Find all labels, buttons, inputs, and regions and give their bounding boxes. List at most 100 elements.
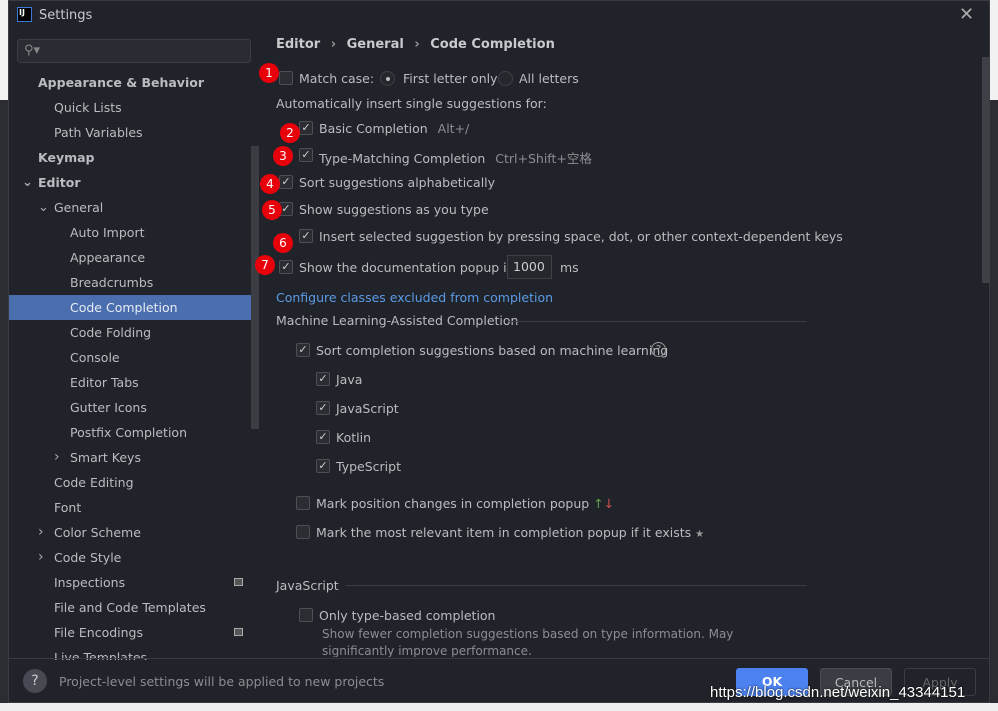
annotation-badge: 7 xyxy=(255,255,275,275)
footer-note: Project-level settings will be applied t… xyxy=(59,674,385,689)
radio-first-letter[interactable] xyxy=(380,71,395,86)
sidebar-item[interactable]: File and Code Templates xyxy=(9,595,259,620)
sidebar-item[interactable]: Breadcrumbs xyxy=(9,270,259,295)
sidebar-item[interactable]: File Encodings xyxy=(9,620,259,645)
background-window xyxy=(0,0,8,100)
sidebar-item-label: Inspections xyxy=(54,575,126,590)
sidebar-item-label: Code Completion xyxy=(70,300,178,315)
only-type-based-label: Only type-based completion xyxy=(319,608,496,623)
sidebar-item-label: Path Variables xyxy=(54,125,143,140)
doc-popup-delay-input[interactable]: 1000 xyxy=(507,255,552,279)
radio-label: All letters xyxy=(519,71,579,86)
sidebar-item-label: Auto Import xyxy=(70,225,145,240)
sidebar-item[interactable]: Postfix Completion xyxy=(9,420,259,445)
basic-completion-checkbox[interactable]: ✓ xyxy=(299,121,313,135)
content-scrollbar[interactable] xyxy=(982,57,990,283)
search-icon: ⚲▾ xyxy=(24,43,41,58)
doc-popup-checkbox[interactable]: ✓ xyxy=(279,260,293,274)
sidebar-item-label: Editor Tabs xyxy=(70,375,139,390)
chevron-down-icon[interactable]: ⌄ xyxy=(22,170,33,195)
sidebar-item[interactable]: Appearance xyxy=(9,245,259,270)
sidebar-item[interactable]: Quick Lists xyxy=(9,95,259,120)
sidebar-item[interactable]: › Color Scheme xyxy=(9,520,259,545)
chevron-down-icon[interactable]: ⌄ xyxy=(38,195,49,220)
insert-selected-label: Insert selected suggestion by pressing s… xyxy=(319,229,843,244)
ml-typescript-checkbox[interactable]: ✓ xyxy=(316,459,330,473)
type-matching-label: Type-Matching Completion xyxy=(319,151,486,166)
sort-alpha-checkbox[interactable]: ✓ xyxy=(279,175,293,189)
sidebar-item[interactable]: ⌄ Editor xyxy=(9,170,259,195)
breadcrumb-item: Editor xyxy=(276,37,321,52)
mark-position-label: Mark position changes in completion popu… xyxy=(316,496,590,511)
close-icon[interactable]: ✕ xyxy=(959,4,974,25)
sidebar-item[interactable]: Code Folding xyxy=(9,320,259,345)
js-section-title: JavaScript xyxy=(276,578,339,593)
description-text: Show fewer completion suggestions based … xyxy=(322,627,734,641)
ml-lang-label: TypeScript xyxy=(336,459,401,474)
arrows-up-down-icon: ↑↓ xyxy=(593,496,615,511)
sidebar-item-label: Code Folding xyxy=(70,325,152,340)
annotation-badge: 3 xyxy=(273,146,293,166)
ml-sort-checkbox[interactable]: ✓ xyxy=(296,343,310,357)
sidebar-item[interactable]: Path Variables xyxy=(9,120,259,145)
sidebar-item-label: Color Scheme xyxy=(54,525,141,540)
help-button[interactable]: ? xyxy=(23,669,47,693)
configure-excluded-link[interactable]: Configure classes excluded from completi… xyxy=(276,290,553,305)
sidebar-item-label: Appearance xyxy=(70,250,146,265)
breadcrumb-item: General xyxy=(346,37,404,52)
mark-position-checkbox[interactable] xyxy=(296,496,310,510)
settings-search-input[interactable]: ⚲▾ xyxy=(17,39,251,63)
only-type-based-checkbox[interactable] xyxy=(299,608,313,622)
sidebar-item-label: Quick Lists xyxy=(54,100,122,115)
footer-divider xyxy=(9,658,989,659)
radio-all-letters[interactable] xyxy=(498,71,513,86)
sidebar-item-label: Gutter Icons xyxy=(70,400,147,415)
sidebar-item-label: Code Editing xyxy=(54,475,134,490)
star-icon: ★ xyxy=(695,529,705,540)
intellij-logo-icon: IJ xyxy=(17,7,32,22)
sidebar-item[interactable]: Console xyxy=(9,345,259,370)
breadcrumb: Editor › General › Code Completion xyxy=(276,37,555,52)
doc-popup-label: Show the documentation popup in xyxy=(299,260,515,275)
chevron-right-icon[interactable]: › xyxy=(38,520,44,545)
ml-java-checkbox[interactable]: ✓ xyxy=(316,372,330,386)
sidebar-item[interactable]: › Smart Keys xyxy=(9,445,259,470)
help-icon[interactable]: ? xyxy=(651,342,666,357)
sidebar-item-label: Keymap xyxy=(38,150,95,165)
sidebar-item-label: Editor xyxy=(38,175,81,190)
mark-relevant-checkbox[interactable] xyxy=(296,525,310,539)
type-matching-checkbox[interactable]: ✓ xyxy=(299,148,313,162)
ml-lang-label: Kotlin xyxy=(336,430,371,445)
description-text: significantly improve performance. xyxy=(322,644,532,657)
sidebar-item[interactable]: Inspections xyxy=(9,570,259,595)
sidebar-item-label: Code Style xyxy=(54,550,122,565)
ml-lang-label: JavaScript xyxy=(336,401,399,416)
sidebar-item[interactable]: Font xyxy=(9,495,259,520)
watermark: https://blog.csdn.net/weixin_43344151 xyxy=(710,684,966,701)
annotation-badge: 2 xyxy=(280,123,300,143)
radio-label: First letter only xyxy=(403,71,498,86)
sidebar-item[interactable]: Gutter Icons xyxy=(9,395,259,420)
shortcut-hint: Alt+/ xyxy=(437,121,470,136)
sidebar-item-label: Smart Keys xyxy=(70,450,141,465)
sidebar-item-label: Console xyxy=(70,350,120,365)
chevron-right-icon[interactable]: › xyxy=(54,445,60,470)
ml-javascript-checkbox[interactable]: ✓ xyxy=(316,401,330,415)
sidebar-item[interactable]: › Code Style xyxy=(9,545,259,570)
annotation-badge: 5 xyxy=(262,200,282,220)
sidebar-item[interactable]: Code Completion xyxy=(9,295,259,320)
sidebar-item[interactable]: ⌄ General xyxy=(9,195,259,220)
basic-completion-label: Basic Completion xyxy=(319,121,428,136)
sidebar-item[interactable]: Keymap xyxy=(9,145,259,170)
sidebar-item[interactable]: Auto Import xyxy=(9,220,259,245)
insert-selected-checkbox[interactable]: ✓ xyxy=(299,229,313,243)
chevron-right-icon[interactable]: › xyxy=(38,545,44,570)
sidebar-scrollbar[interactable] xyxy=(251,146,259,429)
sidebar-item[interactable]: Editor Tabs xyxy=(9,370,259,395)
ml-kotlin-checkbox[interactable]: ✓ xyxy=(316,430,330,444)
sidebar-item[interactable]: Appearance & Behavior xyxy=(9,70,259,95)
ml-sort-label: Sort completion suggestions based on mac… xyxy=(316,343,669,358)
divider xyxy=(509,321,807,322)
match-case-checkbox[interactable] xyxy=(279,71,293,85)
sidebar-item[interactable]: Code Editing xyxy=(9,470,259,495)
